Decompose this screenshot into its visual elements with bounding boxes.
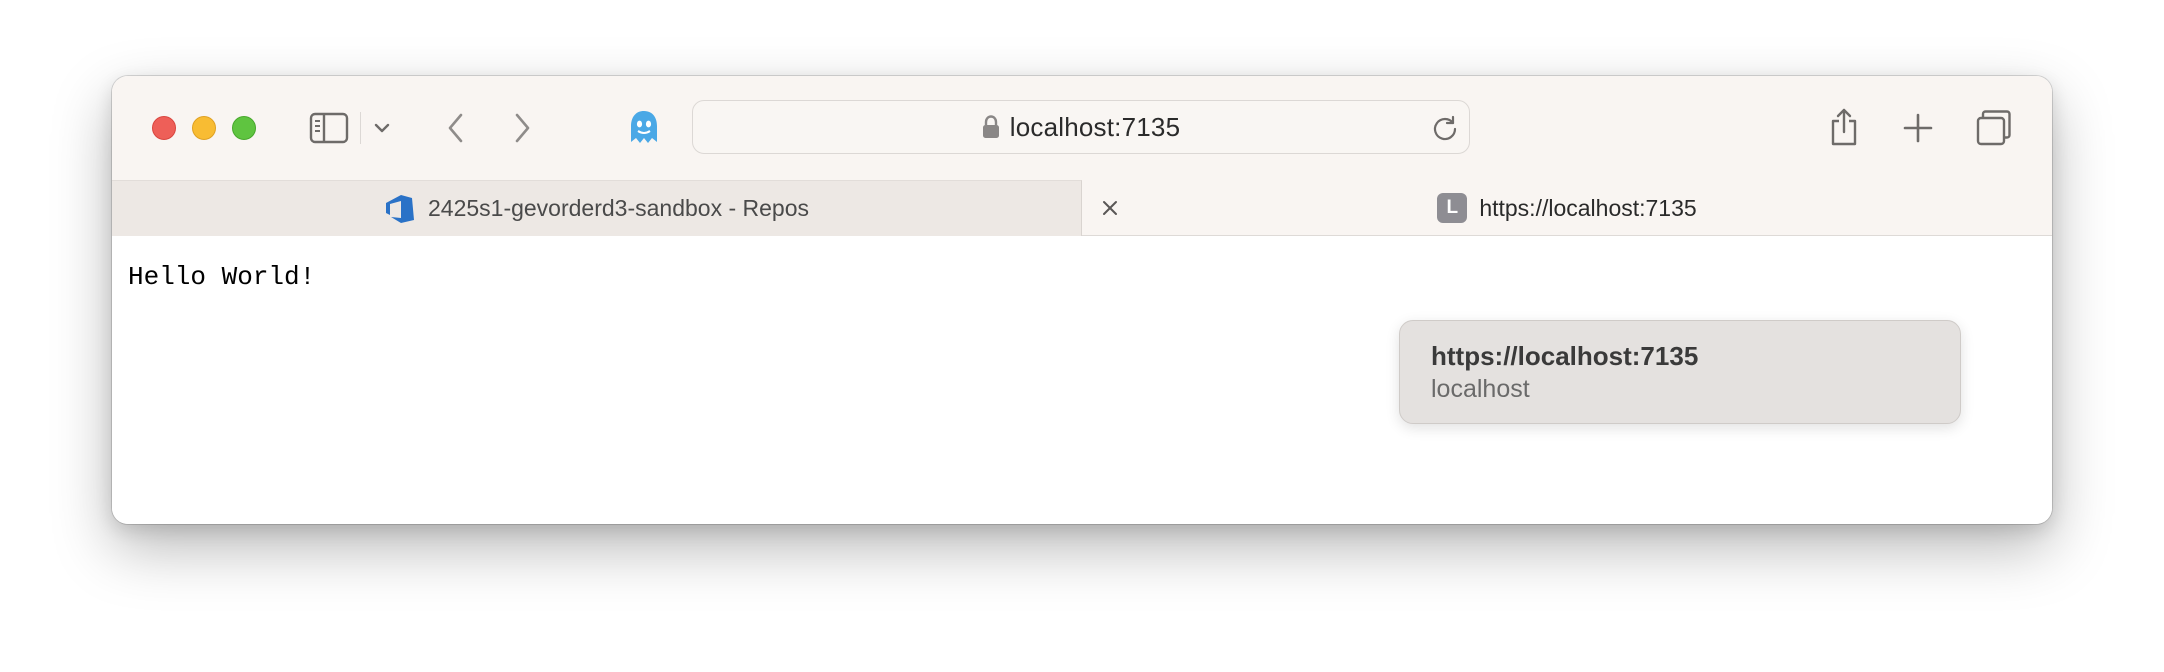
share-icon — [1831, 108, 1857, 146]
letter-favicon-icon: L — [1437, 193, 1468, 223]
sidebar-menu-button[interactable] — [370, 116, 394, 140]
reload-icon — [1433, 115, 1457, 141]
sidebar-icon — [309, 112, 349, 144]
address-text: localhost:7135 — [1009, 111, 1181, 142]
reload-button[interactable] — [1431, 114, 1459, 142]
azure-devops-icon — [385, 194, 414, 223]
chevron-right-icon — [515, 113, 530, 143]
new-tab-button[interactable] — [1898, 108, 1938, 148]
back-button[interactable] — [436, 108, 476, 148]
tab-localhost[interactable]: L https://localhost:7135 — [1082, 180, 2052, 236]
address-bar[interactable]: localhost:7135 — [692, 100, 1470, 154]
tooltip-title: https://localhost:7135 — [1431, 341, 1699, 371]
plus-icon — [1903, 113, 1933, 143]
tab-tooltip: https://localhost:7135 localhost — [1399, 320, 1961, 424]
toolbar-divider — [360, 112, 361, 144]
tab-repos[interactable]: 2425s1-gevorderd3-sandbox - Repos — [112, 180, 1082, 236]
tooltip-subtitle: localhost — [1431, 375, 1530, 403]
browser-window: localhost:7135 2425s1-gevorderd3-sandbox… — [112, 76, 2052, 524]
maximize-window-button[interactable] — [232, 116, 256, 140]
minimize-window-button[interactable] — [192, 116, 216, 140]
share-button[interactable] — [1824, 104, 1864, 150]
close-window-button[interactable] — [152, 116, 176, 140]
chevron-down-icon — [374, 123, 390, 133]
chevron-left-icon — [448, 113, 463, 143]
tabs-overview-icon — [1976, 110, 2011, 146]
page-text: Hello World! — [128, 262, 316, 292]
sidebar-toggle-button[interactable] — [308, 108, 350, 148]
tab-bar: 2425s1-gevorderd3-sandbox - Repos L http… — [112, 180, 2052, 236]
ghostery-extension-button[interactable] — [624, 106, 664, 150]
tab-label: https://localhost:7135 — [1479, 194, 1697, 221]
toolbar: localhost:7135 — [112, 76, 2052, 180]
tab-overview-button[interactable] — [1974, 108, 2014, 148]
forward-button[interactable] — [502, 108, 542, 148]
tab-label: 2425s1-gevorderd3-sandbox - Repos — [427, 195, 810, 221]
lock-icon — [982, 115, 999, 138]
ghost-icon — [631, 111, 657, 143]
